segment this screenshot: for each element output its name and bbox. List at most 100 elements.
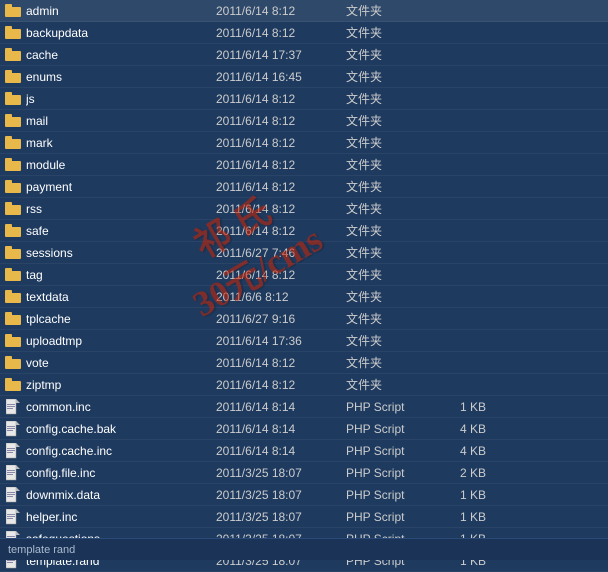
file-type: PHP Script bbox=[346, 444, 436, 458]
file-date: 2011/3/25 18:07 bbox=[216, 488, 346, 502]
file-size: 2 KB bbox=[436, 466, 486, 480]
file-type: 文件夹 bbox=[346, 46, 436, 63]
list-item[interactable]: textdata2011/6/6 8:12文件夹 bbox=[0, 286, 608, 308]
file-date: 2011/6/14 8:12 bbox=[216, 26, 346, 40]
list-item[interactable]: common.inc2011/6/14 8:14PHP Script1 KB bbox=[0, 396, 608, 418]
file-date: 2011/3/25 18:07 bbox=[216, 510, 346, 524]
list-item[interactable]: rss2011/6/14 8:12文件夹 bbox=[0, 198, 608, 220]
file-name: sessions bbox=[26, 246, 216, 260]
file-date: 2011/6/14 16:45 bbox=[216, 70, 346, 84]
file-name: rss bbox=[26, 202, 216, 216]
file-date: 2011/6/14 8:12 bbox=[216, 4, 346, 18]
file-name: js bbox=[26, 92, 216, 106]
file-type: 文件夹 bbox=[346, 200, 436, 217]
file-list: admin2011/6/14 8:12文件夹backupdata2011/6/1… bbox=[0, 0, 608, 572]
list-item[interactable]: js2011/6/14 8:12文件夹 bbox=[0, 88, 608, 110]
file-name: cache bbox=[26, 48, 216, 62]
file-name: payment bbox=[26, 180, 216, 194]
file-date: 2011/6/14 8:12 bbox=[216, 136, 346, 150]
file-date: 2011/6/14 8:14 bbox=[216, 400, 346, 414]
file-date: 2011/6/14 17:36 bbox=[216, 334, 346, 348]
folder-icon bbox=[4, 311, 22, 327]
file-date: 2011/6/14 17:37 bbox=[216, 48, 346, 62]
file-name: config.file.inc bbox=[26, 466, 216, 480]
file-date: 2011/6/14 8:12 bbox=[216, 378, 346, 392]
file-name: vote bbox=[26, 356, 216, 370]
file-name: ziptmp bbox=[26, 378, 216, 392]
file-name: config.cache.inc bbox=[26, 444, 216, 458]
file-date: 2011/6/14 8:12 bbox=[216, 268, 346, 282]
file-icon bbox=[4, 399, 22, 415]
folder-icon bbox=[4, 179, 22, 195]
file-name: helper.inc bbox=[26, 510, 216, 524]
file-size: 4 KB bbox=[436, 444, 486, 458]
file-date: 2011/6/14 8:14 bbox=[216, 444, 346, 458]
file-type: 文件夹 bbox=[346, 68, 436, 85]
list-item[interactable]: helper.inc2011/3/25 18:07PHP Script1 KB bbox=[0, 506, 608, 528]
file-date: 2011/3/25 18:07 bbox=[216, 466, 346, 480]
folder-icon bbox=[4, 223, 22, 239]
list-item[interactable]: payment2011/6/14 8:12文件夹 bbox=[0, 176, 608, 198]
list-item[interactable]: uploadtmp2011/6/14 17:36文件夹 bbox=[0, 330, 608, 352]
list-item[interactable]: module2011/6/14 8:12文件夹 bbox=[0, 154, 608, 176]
file-size: 4 KB bbox=[436, 422, 486, 436]
list-item[interactable]: config.cache.inc2011/6/14 8:14PHP Script… bbox=[0, 440, 608, 462]
list-item[interactable]: config.file.inc2011/3/25 18:07PHP Script… bbox=[0, 462, 608, 484]
file-type: 文件夹 bbox=[346, 24, 436, 41]
file-type: 文件夹 bbox=[346, 178, 436, 195]
file-name: mail bbox=[26, 114, 216, 128]
list-item[interactable]: enums2011/6/14 16:45文件夹 bbox=[0, 66, 608, 88]
file-type: 文件夹 bbox=[346, 112, 436, 129]
list-item[interactable]: sessions2011/6/27 7:46文件夹 bbox=[0, 242, 608, 264]
list-item[interactable]: downmix.data2011/3/25 18:07PHP Script1 K… bbox=[0, 484, 608, 506]
file-name: downmix.data bbox=[26, 488, 216, 502]
list-item[interactable]: safe2011/6/14 8:12文件夹 bbox=[0, 220, 608, 242]
list-item[interactable]: ziptmp2011/6/14 8:12文件夹 bbox=[0, 374, 608, 396]
file-name: config.cache.bak bbox=[26, 422, 216, 436]
folder-icon bbox=[4, 289, 22, 305]
file-type: 文件夹 bbox=[346, 376, 436, 393]
list-item[interactable]: admin2011/6/14 8:12文件夹 bbox=[0, 0, 608, 22]
file-date: 2011/6/14 8:14 bbox=[216, 422, 346, 436]
folder-icon bbox=[4, 91, 22, 107]
list-item[interactable]: mark2011/6/14 8:12文件夹 bbox=[0, 132, 608, 154]
file-date: 2011/6/14 8:12 bbox=[216, 224, 346, 238]
list-item[interactable]: cache2011/6/14 17:37文件夹 bbox=[0, 44, 608, 66]
file-type: 文件夹 bbox=[346, 310, 436, 327]
folder-icon bbox=[4, 245, 22, 261]
file-date: 2011/6/14 8:12 bbox=[216, 202, 346, 216]
file-name: admin bbox=[26, 4, 216, 18]
file-name: safe bbox=[26, 224, 216, 238]
folder-icon bbox=[4, 135, 22, 151]
file-name: mark bbox=[26, 136, 216, 150]
file-icon bbox=[4, 509, 22, 525]
list-item[interactable]: tplcache2011/6/27 9:16文件夹 bbox=[0, 308, 608, 330]
folder-icon bbox=[4, 47, 22, 63]
file-type: 文件夹 bbox=[346, 354, 436, 371]
status-text: template rand bbox=[8, 544, 75, 556]
list-item[interactable]: backupdata2011/6/14 8:12文件夹 bbox=[0, 22, 608, 44]
file-type: PHP Script bbox=[346, 466, 436, 480]
file-type: 文件夹 bbox=[346, 288, 436, 305]
file-icon bbox=[4, 487, 22, 503]
file-name: textdata bbox=[26, 290, 216, 304]
file-date: 2011/6/27 9:16 bbox=[216, 312, 346, 326]
file-type: 文件夹 bbox=[346, 156, 436, 173]
file-type: PHP Script bbox=[346, 510, 436, 524]
file-type: 文件夹 bbox=[346, 90, 436, 107]
folder-icon bbox=[4, 355, 22, 371]
folder-icon bbox=[4, 201, 22, 217]
file-icon bbox=[4, 443, 22, 459]
list-item[interactable]: config.cache.bak2011/6/14 8:14PHP Script… bbox=[0, 418, 608, 440]
list-item[interactable]: tag2011/6/14 8:12文件夹 bbox=[0, 264, 608, 286]
file-date: 2011/6/14 8:12 bbox=[216, 158, 346, 172]
file-type: PHP Script bbox=[346, 400, 436, 414]
list-item[interactable]: mail2011/6/14 8:12文件夹 bbox=[0, 110, 608, 132]
folder-icon bbox=[4, 377, 22, 393]
folder-icon bbox=[4, 157, 22, 173]
list-item[interactable]: vote2011/6/14 8:12文件夹 bbox=[0, 352, 608, 374]
file-date: 2011/6/14 8:12 bbox=[216, 92, 346, 106]
file-date: 2011/6/14 8:12 bbox=[216, 180, 346, 194]
file-icon bbox=[4, 421, 22, 437]
folder-icon bbox=[4, 113, 22, 129]
